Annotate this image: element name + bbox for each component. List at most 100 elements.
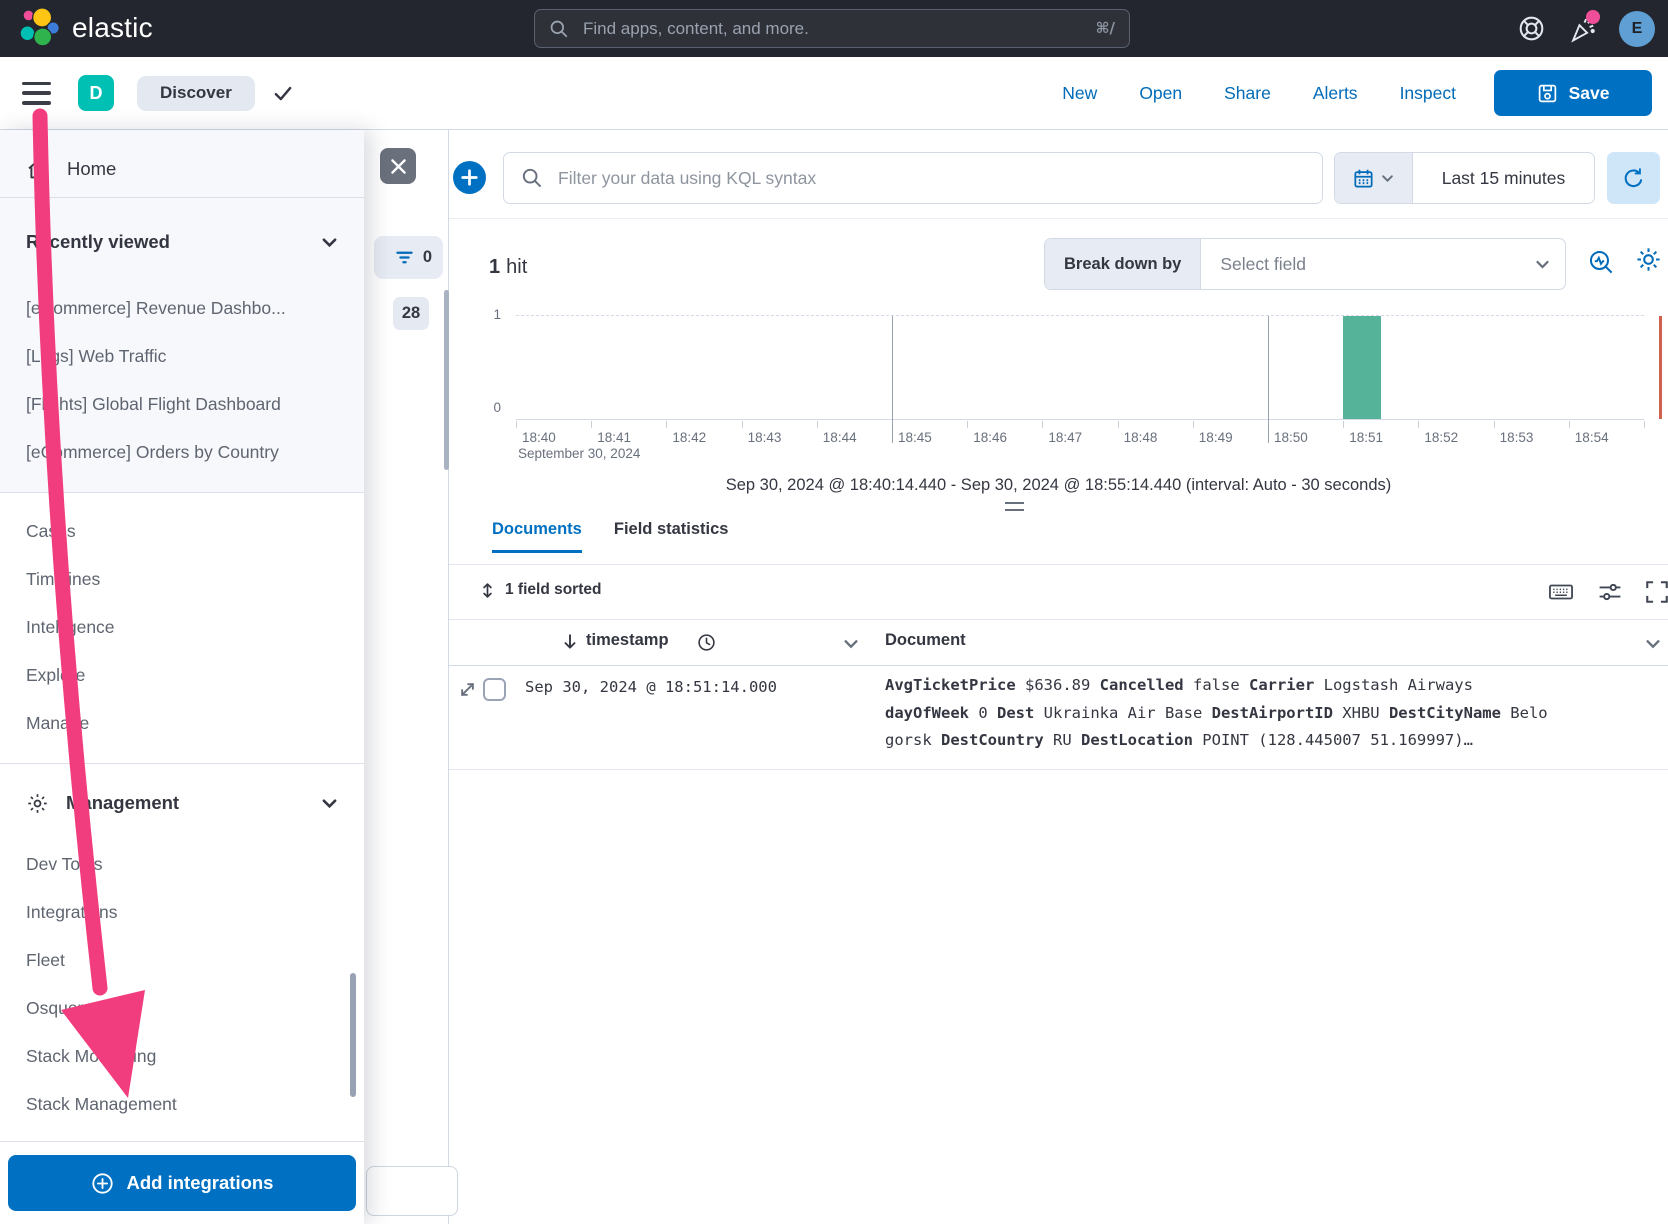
kql-query-input[interactable]	[556, 167, 1305, 190]
sidebar-item[interactable]: Explore	[0, 651, 364, 699]
histogram-plot[interactable]: 18:4018:4118:4218:4318:4418:4518:4618:47…	[516, 315, 1644, 420]
avatar[interactable]: E	[1619, 11, 1655, 47]
x-axis-label: 18:43	[748, 430, 782, 445]
field-search-box[interactable]	[366, 1166, 458, 1216]
management-header[interactable]: Management	[0, 780, 364, 826]
chevron-down-icon	[321, 795, 338, 812]
sidebar-item-label: Home	[67, 158, 116, 180]
sort-fields-button[interactable]: 1 field sorted	[479, 581, 601, 599]
document-summary-line: gorsk DestCountry RU DestLocation POINT …	[885, 727, 1585, 755]
time-range-label[interactable]: Last 15 minutes	[1413, 153, 1594, 203]
gear-icon	[26, 792, 49, 815]
add-integrations-button[interactable]: Add integrations	[8, 1155, 356, 1211]
field-name: Carrier	[1249, 676, 1314, 694]
breakdown-select[interactable]: Break down by Select field	[1044, 238, 1566, 290]
x-axis-label: 18:52	[1424, 430, 1458, 445]
sidebar-item[interactable]: Stack Management	[0, 1080, 364, 1128]
toolbar-link[interactable]: Alerts	[1313, 83, 1358, 104]
elastic-logo[interactable]: elastic	[18, 7, 153, 49]
global-search-input[interactable]	[581, 18, 1084, 40]
breakdown-label: Break down by	[1045, 239, 1201, 289]
sidebar-item[interactable]: Cases	[0, 507, 364, 555]
save-button[interactable]: Save	[1494, 70, 1652, 116]
sidebar-item[interactable]: Osquery	[0, 984, 364, 1032]
toolbar-link[interactable]: Inspect	[1400, 83, 1456, 104]
keyboard-icon[interactable]	[1548, 579, 1574, 605]
tab-field-statistics[interactable]: Field statistics	[614, 520, 729, 553]
sidebar-item[interactable]: Fleet	[0, 936, 364, 984]
nav-section-home: Home	[0, 130, 364, 197]
fields-panel-scrollbar[interactable]	[444, 290, 449, 470]
field-value: RU	[1044, 731, 1081, 749]
security-list: CasesTimelinesIntelligenceExploreManage	[0, 507, 364, 747]
search-icon	[549, 19, 569, 39]
histogram-bar[interactable]	[1343, 316, 1381, 419]
sort-icon	[479, 582, 496, 599]
x-axis-label: 18:54	[1575, 430, 1609, 445]
chart-resize-handle[interactable]	[1005, 502, 1024, 511]
whats-new-icon[interactable]	[1568, 15, 1596, 43]
gear-icon[interactable]	[1635, 246, 1662, 273]
x-axis-tick	[1644, 421, 1645, 428]
kql-query-bar[interactable]	[503, 152, 1323, 204]
field-value: gorsk	[885, 731, 941, 749]
calendar-button[interactable]	[1335, 153, 1413, 203]
tab-documents[interactable]: Documents	[492, 520, 582, 553]
sidebar-item[interactable]: Stack Monitoring	[0, 1032, 364, 1080]
sidebar-item[interactable]: Intelligence	[0, 603, 364, 651]
insights-icon[interactable]	[1588, 249, 1615, 276]
recently-viewed-item[interactable]: [Logs] Web Traffic	[0, 332, 364, 380]
column-document[interactable]: Document	[885, 631, 966, 650]
expand-icon[interactable]	[458, 680, 477, 699]
app-badge[interactable]: D	[78, 75, 114, 111]
document-column-menu[interactable]	[1645, 636, 1661, 652]
sidebar-item[interactable]: Timelines	[0, 555, 364, 603]
recently-viewed-item[interactable]: [eCommerce] Orders by Country	[0, 428, 364, 476]
close-nav-button[interactable]	[380, 148, 416, 184]
field-value: Ukrainka Air Base	[1034, 704, 1211, 722]
sidebar-item[interactable]: Dev Tools	[0, 840, 364, 888]
global-search-bar[interactable]: ⌘/	[534, 9, 1130, 48]
toolbar-link[interactable]: Open	[1139, 83, 1182, 104]
check-icon[interactable]	[272, 82, 294, 104]
recently-viewed-item[interactable]: [eCommerce] Revenue Dashbo...	[0, 284, 364, 332]
kibana-discover-screen: elastic ⌘/ E	[0, 0, 1668, 1224]
sidebar-item[interactable]: Integrations	[0, 888, 364, 936]
sidebar-item[interactable]: Manage	[0, 699, 364, 747]
home-icon	[26, 157, 50, 181]
sidebar-item-home[interactable]: Home	[0, 142, 364, 196]
recently-viewed-item[interactable]: [Flights] Global Flight Dashboard	[0, 380, 364, 428]
sliders-icon[interactable]	[1597, 579, 1623, 605]
grid-header-row: timestamp Document	[449, 620, 1668, 666]
breadcrumb[interactable]: Discover	[137, 76, 255, 111]
fullscreen-icon[interactable]	[1644, 579, 1668, 605]
row-checkbox[interactable]	[483, 678, 506, 701]
clock-icon	[697, 633, 716, 652]
table-row[interactable]: Sep 30, 2024 @ 18:51:14.000 AvgTicketPri…	[449, 666, 1668, 770]
x-axis-tick	[817, 421, 818, 428]
x-axis-label: 18:50	[1274, 430, 1308, 445]
x-axis-tick	[1042, 421, 1043, 428]
column-timestamp[interactable]: timestamp	[586, 631, 669, 650]
refresh-button[interactable]	[1607, 152, 1660, 204]
toolbar-link[interactable]: New	[1062, 83, 1097, 104]
sort-desc-icon	[561, 633, 579, 651]
timestamp-column-menu[interactable]	[843, 636, 859, 652]
nav-flyout: Home Recently viewed [eCommerce] Revenue…	[0, 130, 364, 1224]
save-button-label: Save	[1569, 83, 1610, 104]
nav-scrollbar[interactable]	[350, 973, 356, 1097]
y-axis-tick-1: 1	[479, 307, 501, 322]
time-range-picker[interactable]: Last 15 minutes	[1334, 152, 1595, 204]
breakdown-value[interactable]: Select field	[1201, 239, 1535, 289]
help-icon[interactable]	[1518, 15, 1545, 42]
filter-by-type-pill[interactable]: 0	[374, 236, 443, 279]
field-search-input[interactable]	[367, 1167, 457, 1215]
row-document-summary: AvgTicketPrice $636.89 Cancelled false C…	[885, 672, 1585, 755]
recently-viewed-header[interactable]: Recently viewed	[0, 220, 364, 264]
chevron-down-icon	[1535, 239, 1565, 289]
menu-icon[interactable]	[22, 82, 51, 105]
toolbar-link[interactable]: Share	[1224, 83, 1271, 104]
field-value: 0	[969, 704, 997, 722]
add-filter-button[interactable]	[453, 161, 486, 194]
field-name: DestCountry	[941, 731, 1044, 749]
